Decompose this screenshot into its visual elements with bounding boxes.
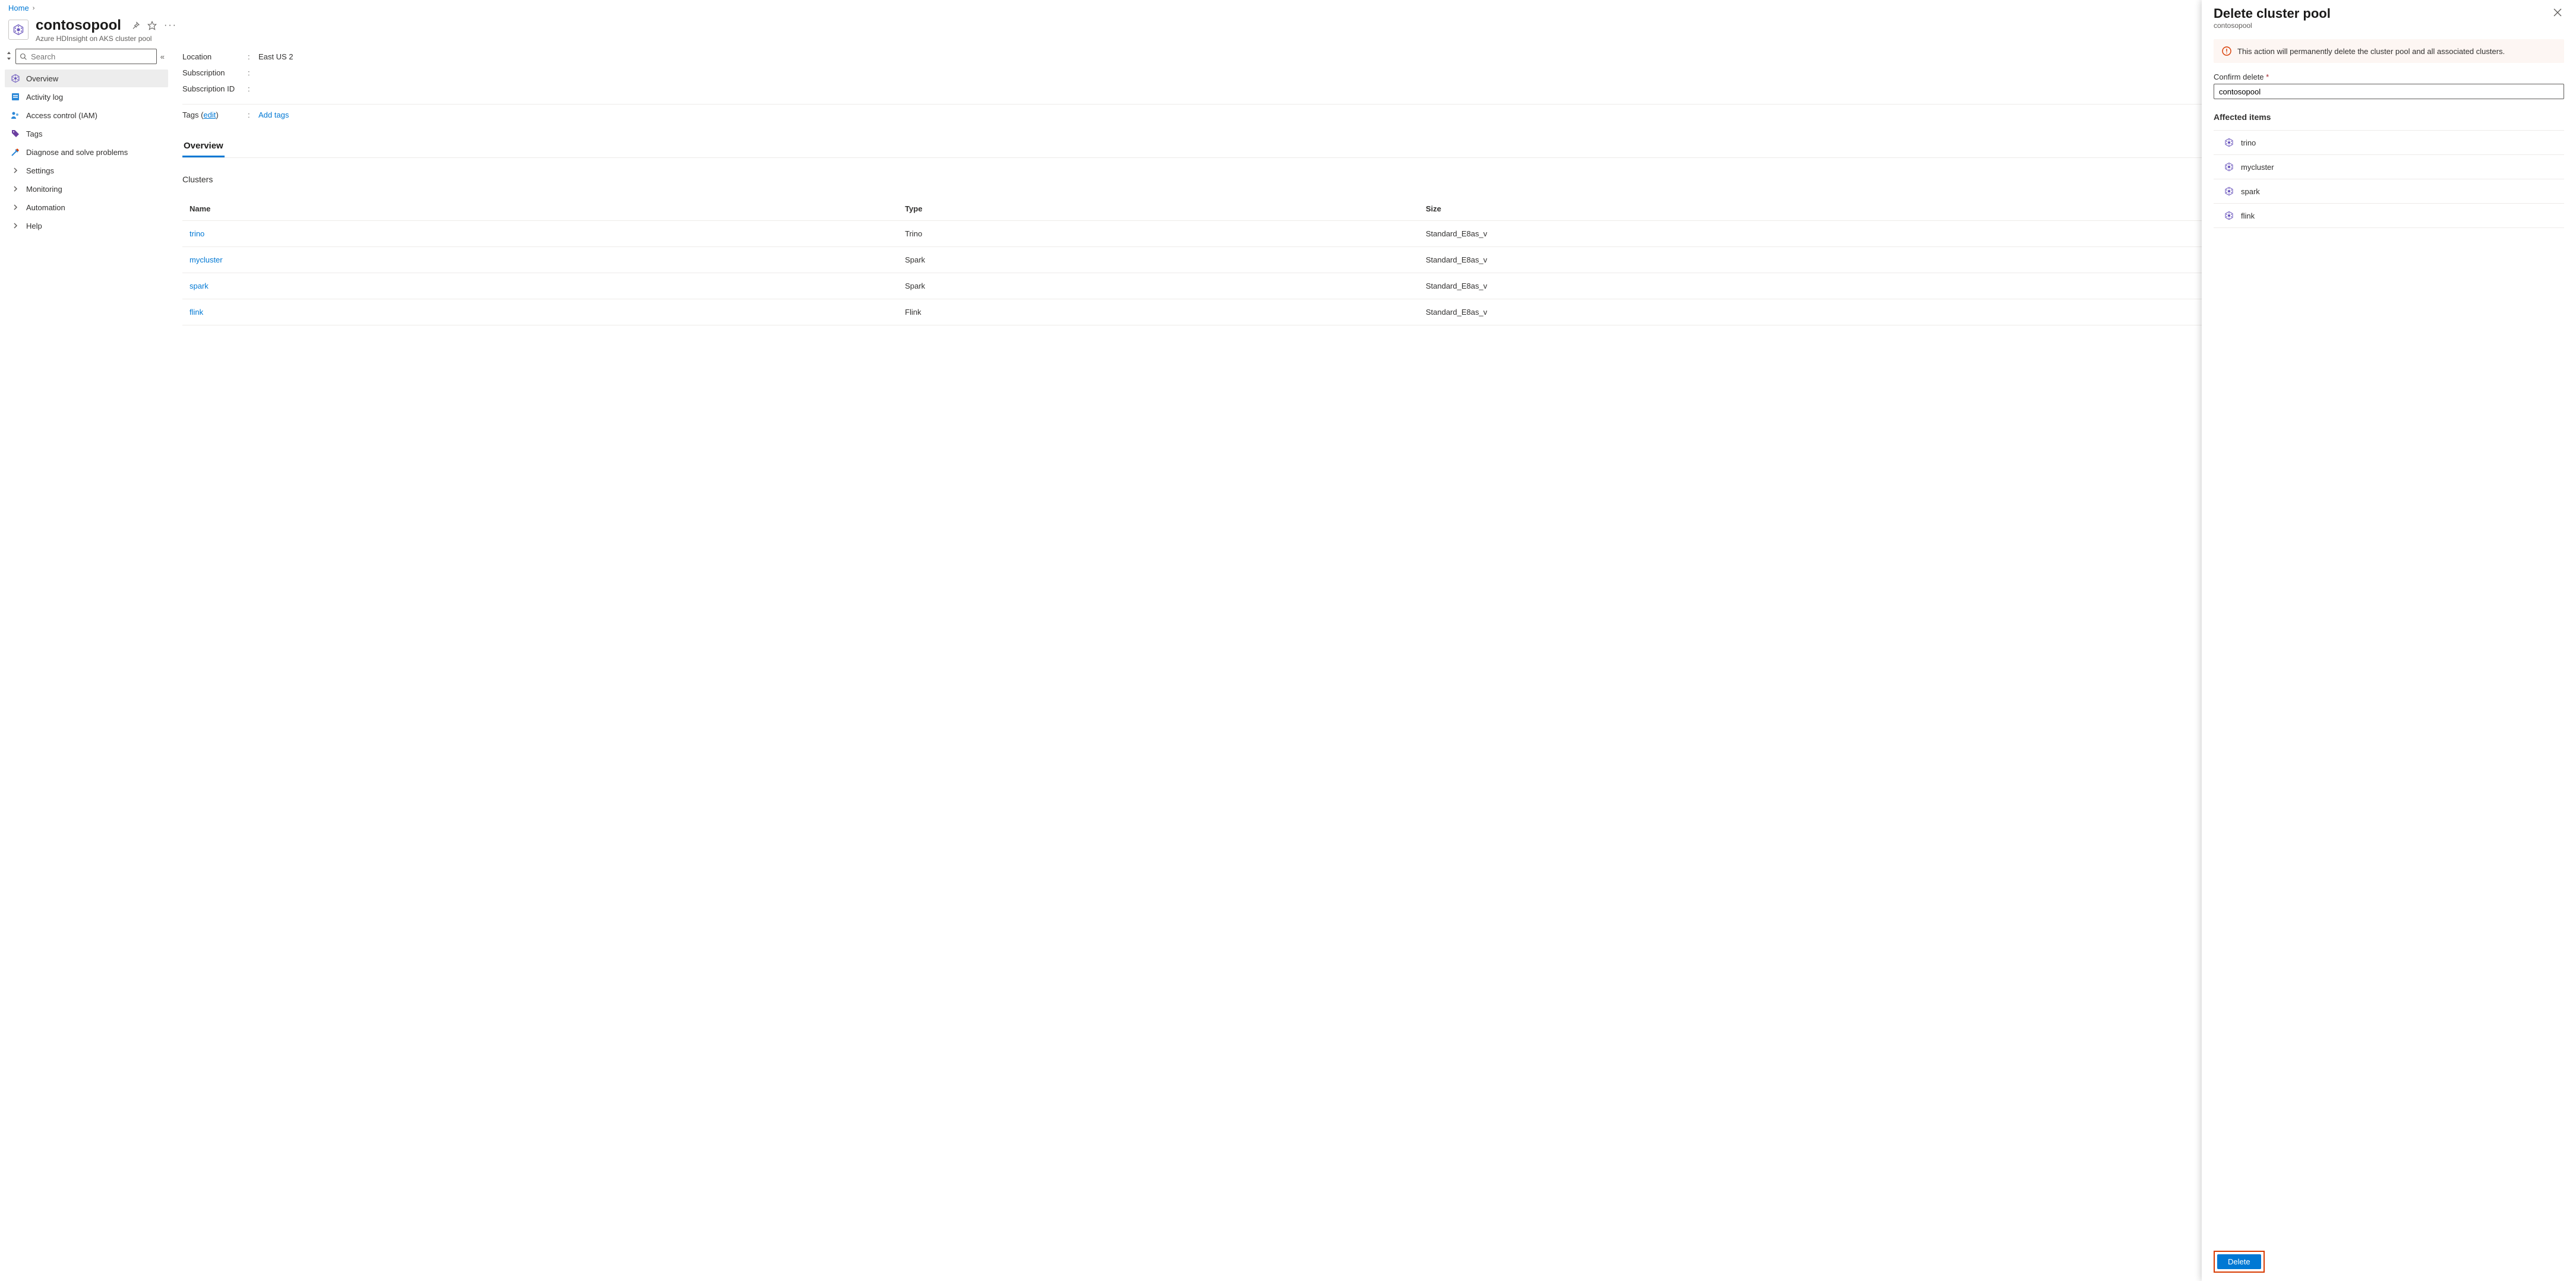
chevron-right-icon: ›: [33, 5, 35, 12]
sidebar-item-label: Overview: [26, 74, 58, 83]
tags-icon: [11, 129, 20, 138]
sidebar-item-label: Activity log: [26, 93, 63, 102]
cluster-icon: [2224, 211, 2234, 220]
activity-log-icon: [11, 92, 20, 102]
tags-edit-link[interactable]: edit: [203, 110, 216, 119]
favorite-star-icon[interactable]: [147, 21, 157, 30]
sort-icon[interactable]: [6, 52, 12, 61]
location-label: Location: [182, 52, 248, 61]
close-icon[interactable]: [2551, 6, 2564, 21]
sidebar-item-monitoring[interactable]: Monitoring: [5, 180, 168, 198]
col-name[interactable]: Name: [182, 197, 898, 221]
affected-item: mycluster: [2214, 155, 2564, 179]
breadcrumb-home-link[interactable]: Home: [8, 4, 29, 12]
subscription-id-label: Subscription ID: [182, 84, 248, 93]
diagnose-icon: [11, 147, 20, 157]
overview-icon: [11, 74, 20, 83]
sidebar-item-overview[interactable]: Overview: [5, 69, 168, 87]
sidebar-search[interactable]: [15, 49, 157, 64]
sidebar-item-diagnose[interactable]: Diagnose and solve problems: [5, 143, 168, 161]
affected-items-label: Affected items: [2214, 112, 2564, 122]
page-title: contosopool: [36, 17, 121, 34]
chevron-right-icon: [11, 203, 20, 212]
sidebar-item-automation[interactable]: Automation: [5, 198, 168, 216]
sidebar-item-label: Access control (IAM): [26, 111, 97, 120]
breadcrumb: Home ›: [0, 0, 2576, 12]
affected-item-name: spark: [2241, 187, 2260, 196]
search-input[interactable]: [31, 52, 153, 61]
cluster-link[interactable]: mycluster: [190, 255, 223, 264]
affected-item: spark: [2214, 179, 2564, 204]
cluster-type: Trino: [898, 221, 1419, 247]
tags-label: Tags (edit): [182, 110, 248, 119]
affected-items-list: trino mycluster spark flink: [2214, 130, 2564, 228]
add-tags-link[interactable]: Add tags: [258, 110, 289, 119]
resource-header: contosopool ··· Azure HDInsight on AKS c…: [0, 12, 2576, 49]
affected-item: trino: [2214, 130, 2564, 155]
affected-item-name: mycluster: [2241, 163, 2274, 172]
sidebar-item-label: Help: [26, 222, 42, 230]
sidebar-item-label: Settings: [26, 166, 54, 175]
tab-overview[interactable]: Overview: [182, 137, 225, 157]
cluster-type: Spark: [898, 273, 1419, 299]
cluster-link[interactable]: trino: [190, 229, 204, 238]
access-control-icon: [11, 110, 20, 120]
confirm-delete-label: Confirm delete *: [2214, 72, 2564, 81]
cluster-type: Spark: [898, 247, 1419, 273]
warning-text: This action will permanently delete the …: [2237, 47, 2505, 56]
cluster-type: Flink: [898, 299, 1419, 325]
cluster-icon: [2224, 186, 2234, 196]
flyout-title: Delete cluster pool: [2214, 6, 2551, 21]
affected-item: flink: [2214, 204, 2564, 228]
col-type[interactable]: Type: [898, 197, 1419, 221]
affected-item-name: flink: [2241, 211, 2255, 220]
cluster-link[interactable]: spark: [190, 281, 209, 290]
chevron-right-icon: [11, 166, 20, 175]
cluster-icon: [2224, 138, 2234, 147]
warning-bar: This action will permanently delete the …: [2214, 39, 2564, 63]
sidebar: « Overview Activity log Access control (…: [0, 49, 169, 1281]
warning-icon: [2222, 46, 2231, 56]
collapse-sidebar-icon[interactable]: «: [160, 52, 165, 61]
sidebar-item-access-control[interactable]: Access control (IAM): [5, 106, 168, 124]
pin-icon[interactable]: [131, 21, 140, 30]
sidebar-item-label: Automation: [26, 203, 65, 212]
sidebar-item-label: Diagnose and solve problems: [26, 148, 128, 157]
affected-item-name: trino: [2241, 138, 2256, 147]
resource-icon: [8, 20, 29, 40]
confirm-delete-input[interactable]: [2214, 84, 2564, 99]
search-icon: [20, 53, 27, 61]
resource-subtitle: Azure HDInsight on AKS cluster pool: [36, 34, 177, 43]
cluster-link[interactable]: flink: [190, 308, 203, 317]
chevron-right-icon: [11, 184, 20, 194]
sidebar-item-settings[interactable]: Settings: [5, 162, 168, 179]
sidebar-item-label: Tags: [26, 129, 42, 138]
sidebar-item-help[interactable]: Help: [5, 217, 168, 235]
chevron-right-icon: [11, 221, 20, 230]
sidebar-item-activity-log[interactable]: Activity log: [5, 88, 168, 106]
subscription-label: Subscription: [182, 68, 248, 77]
more-icon[interactable]: ···: [164, 20, 177, 31]
cluster-pool-icon: [12, 24, 24, 36]
cluster-icon: [2224, 162, 2234, 172]
sidebar-item-label: Monitoring: [26, 185, 62, 194]
sidebar-item-tags[interactable]: Tags: [5, 125, 168, 143]
delete-button[interactable]: Delete: [2217, 1254, 2261, 1269]
flyout-subtitle: contosopool: [2214, 21, 2551, 30]
delete-flyout: Delete cluster pool contosopool This act…: [2202, 0, 2576, 1281]
delete-button-highlight: Delete: [2214, 1251, 2265, 1273]
